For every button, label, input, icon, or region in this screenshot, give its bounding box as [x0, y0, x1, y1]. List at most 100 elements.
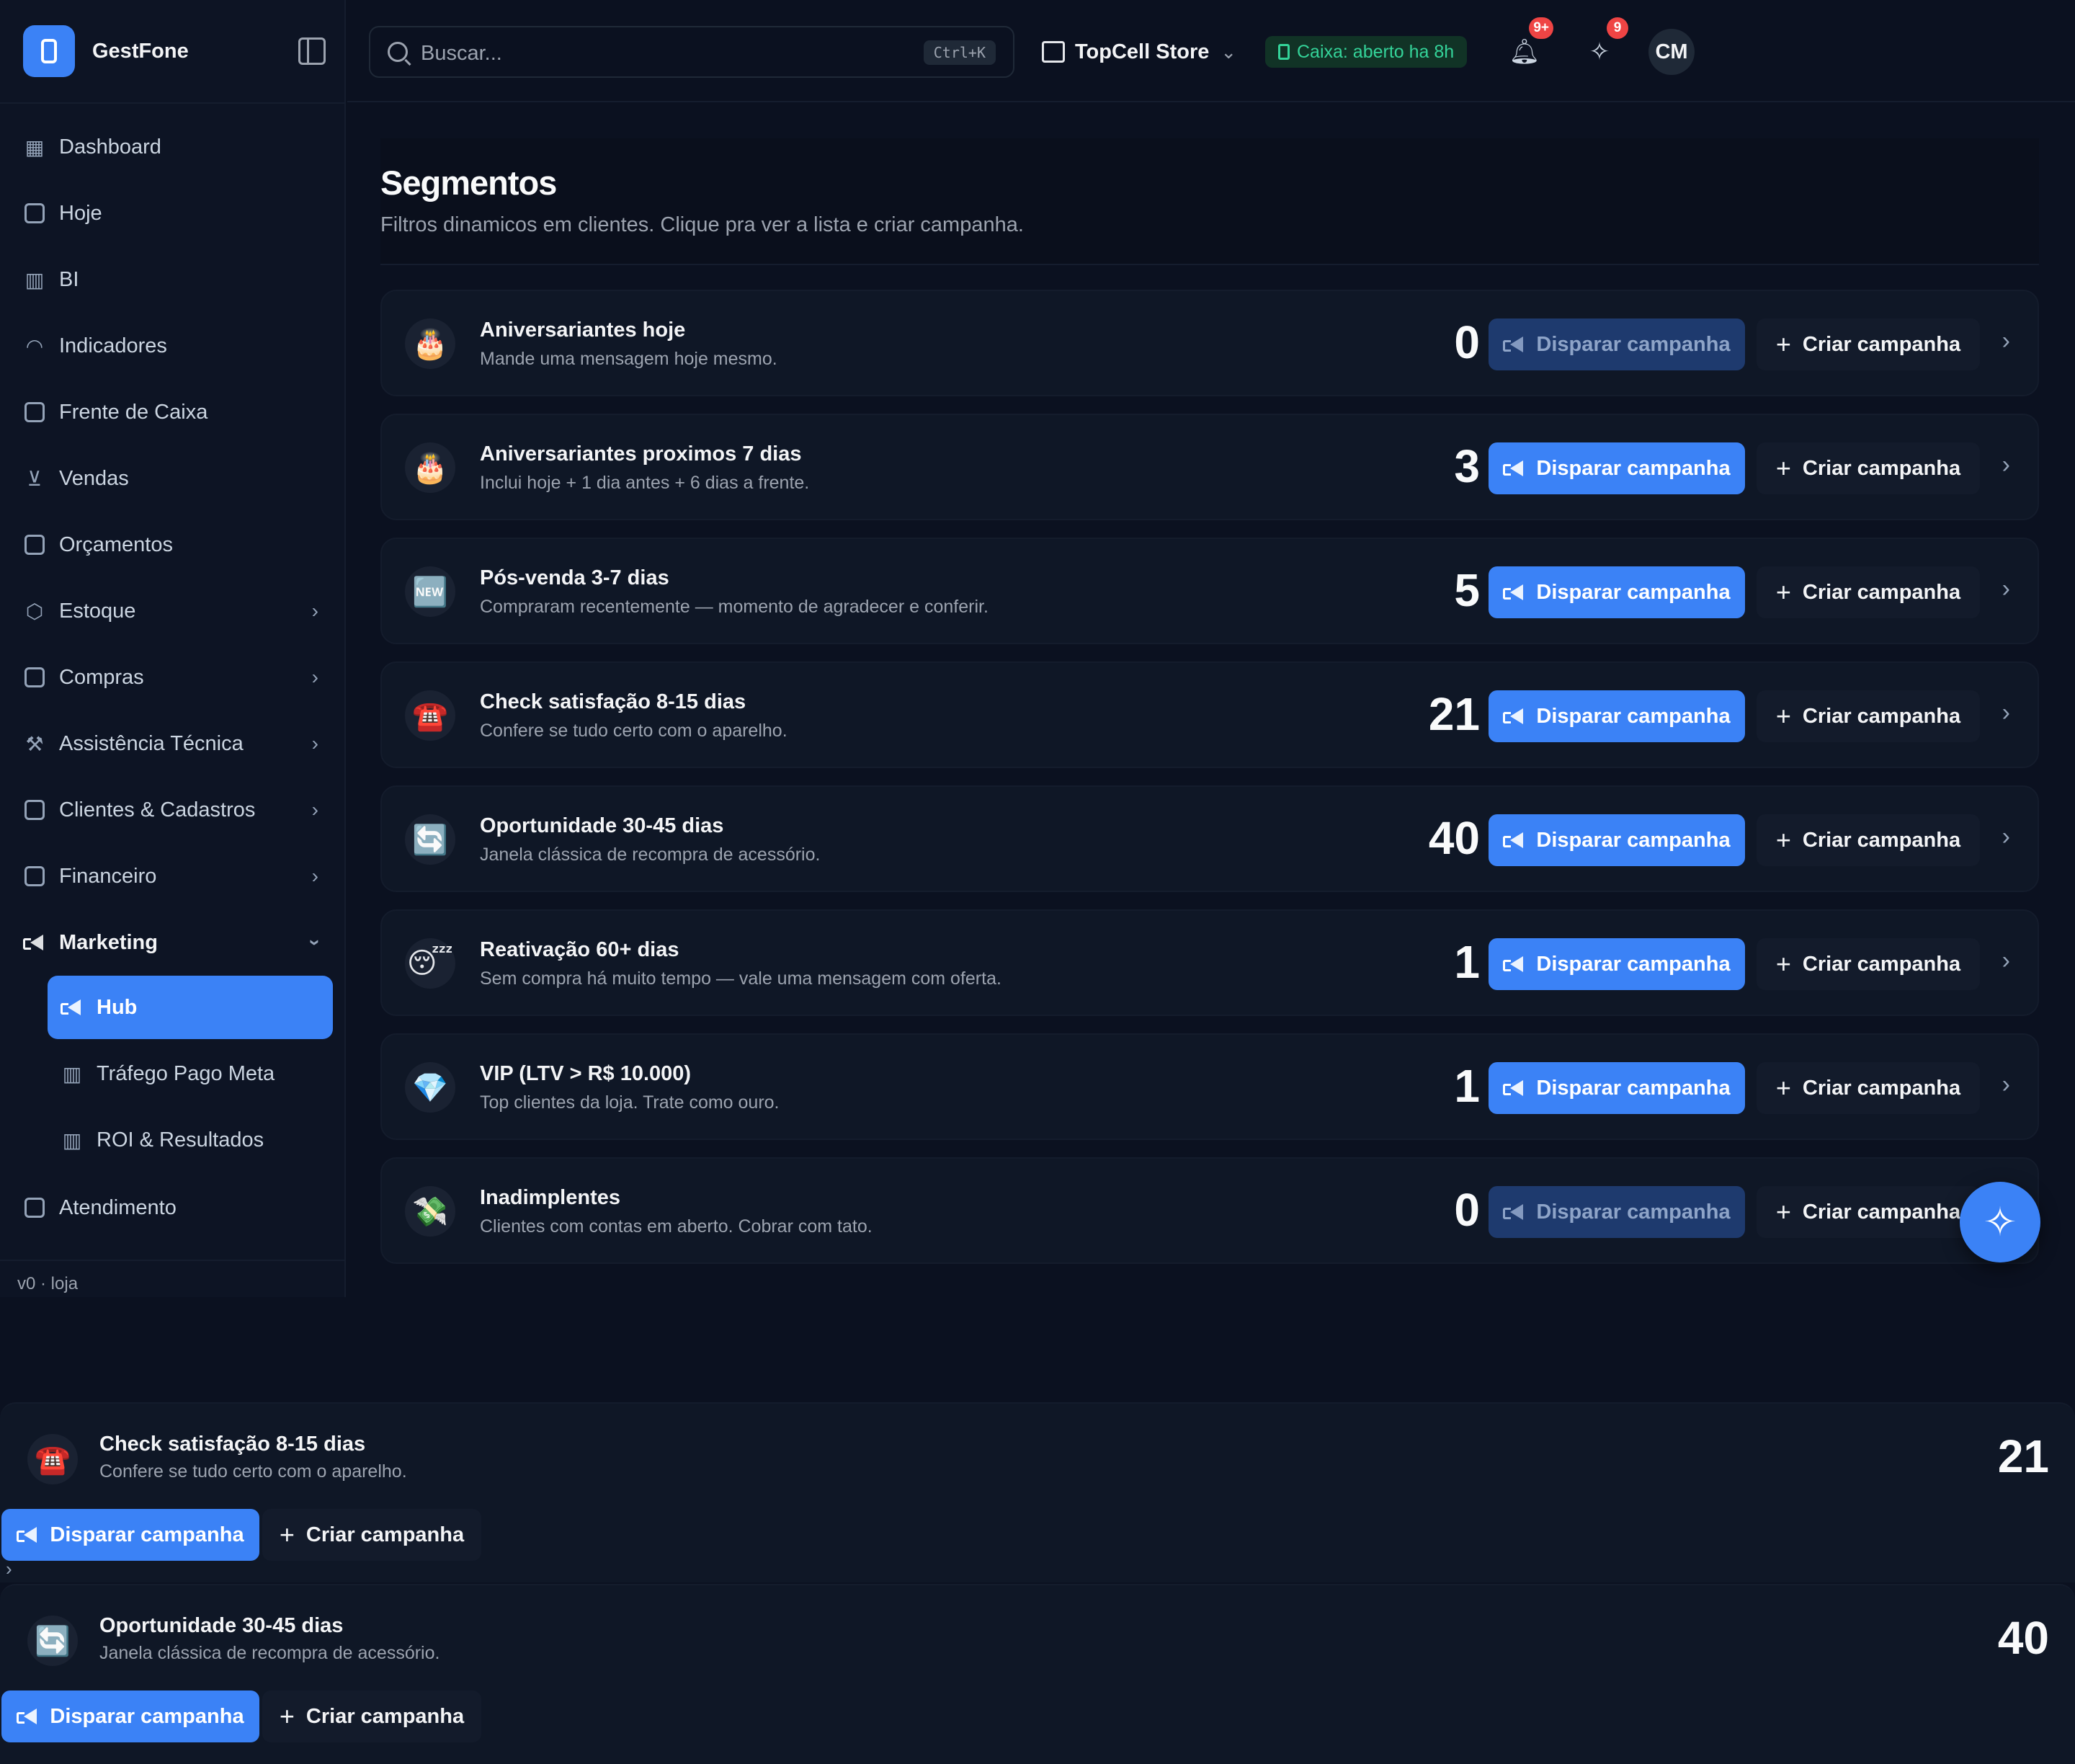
segment-count: 5 — [1454, 564, 1480, 616]
sparkles-icon: ✧ — [1983, 1199, 2017, 1244]
bar-chart-icon: ▥ — [62, 1128, 82, 1152]
sidebar-subitem-hub[interactable]: Hub — [48, 976, 333, 1039]
chevron-right-icon[interactable]: › — [2002, 1071, 2010, 1099]
money-wings-icon: 💸 — [405, 1186, 455, 1237]
sidebar-item-orcamentos[interactable]: Orçamentos — [0, 512, 346, 578]
segment-description: Top clientes da loja. Trate como ouro. — [480, 1092, 780, 1113]
segment-row[interactable]: 😴 Reativação 60+ dias Sem compra há muit… — [380, 909, 2039, 1016]
cash-status-badge[interactable]: Caixa: aberto ha 8h — [1265, 36, 1468, 68]
sidebar-item-vendas[interactable]: ⊻ Vendas — [0, 445, 346, 512]
segment-title: Pós-venda 3-7 dias — [480, 566, 669, 589]
chevron-right-icon[interactable]: › — [2002, 327, 2010, 355]
search-input[interactable] — [421, 40, 882, 66]
gauge-icon: ◠ — [25, 334, 44, 357]
create-campaign-button[interactable]: + Criar campanha — [1757, 690, 1980, 742]
chevron-right-icon[interactable]: › — [2002, 699, 2010, 727]
sidebar-item-clientes[interactable]: Clientes & Cadastros › — [0, 777, 346, 843]
page-header: Segmentos Filtros dinamicos em clientes.… — [380, 138, 2039, 265]
plus-icon: + — [279, 1520, 295, 1549]
refresh-icon: 🔄 — [27, 1616, 78, 1666]
segment-card[interactable]: 🔄 Oportunidade 30-45 dias Janela clássic… — [0, 1584, 2075, 1764]
store-selector[interactable]: TopCell Store ⌄ — [1042, 26, 1236, 78]
fire-campaign-button[interactable]: Disparar campanha — [1489, 814, 1745, 866]
sidebar-item-bi[interactable]: ▥ BI — [0, 246, 346, 313]
fire-campaign-button[interactable]: Disparar campanha — [1489, 318, 1745, 370]
create-campaign-button[interactable]: + Criar campanha — [1757, 938, 1980, 990]
chevron-right-icon[interactable]: › — [2002, 823, 2010, 851]
create-campaign-button[interactable]: + Criar campanha — [1757, 442, 1980, 494]
sidebar-item-indicadores[interactable]: ◠ Indicadores — [0, 313, 346, 379]
topbar: Ctrl+K TopCell Store ⌄ Caixa: aberto ha … — [347, 0, 2075, 102]
button-label: Criar campanha — [1802, 1200, 1961, 1224]
plus-icon: + — [1775, 701, 1791, 731]
sidebar-item-label: Indicadores — [59, 334, 167, 357]
sidebar-item-compras[interactable]: Compras › — [0, 644, 346, 710]
sidebar-item-hoje[interactable]: Hoje — [0, 180, 346, 246]
sidebar-item-frente-de-caixa[interactable]: Frente de Caixa — [0, 379, 346, 445]
sidebar-collapse-icon[interactable] — [298, 37, 326, 65]
fire-campaign-button[interactable]: Disparar campanha — [1489, 1186, 1745, 1238]
keyboard-shortcut-hint: Ctrl+K — [923, 40, 996, 65]
telephone-icon: ☎️ — [27, 1434, 78, 1484]
sidebar-item-marketing[interactable]: Marketing › — [0, 909, 346, 976]
create-campaign-button[interactable]: + Criar campanha — [262, 1690, 481, 1742]
create-campaign-button[interactable]: + Criar campanha — [262, 1509, 481, 1561]
create-campaign-button[interactable]: + Criar campanha — [1757, 814, 1980, 866]
chevron-right-icon[interactable]: › — [6, 1558, 12, 1580]
button-label: Disparar campanha — [1536, 1076, 1731, 1100]
sidebar-item-financeiro[interactable]: Financeiro › — [0, 843, 346, 909]
sidebar: GestFone ▦ Dashboard Hoje ▥ BI ◠ Indicad… — [0, 0, 346, 1297]
avatar[interactable]: CM — [1648, 29, 1695, 75]
store-icon — [23, 401, 46, 424]
sidebar-item-dashboard[interactable]: ▦ Dashboard — [0, 114, 346, 180]
segment-row[interactable]: ☎️ Check satisfação 8-15 dias Confere se… — [380, 662, 2039, 768]
ai-assistant-button[interactable]: ✧ 9 — [1578, 17, 1628, 74]
plus-icon: + — [1775, 577, 1791, 607]
fire-campaign-button[interactable]: Disparar campanha — [1489, 938, 1745, 990]
sidebar-item-assistencia-tecnica[interactable]: ⚒ Assistência Técnica › — [0, 710, 346, 777]
create-campaign-button[interactable]: + Criar campanha — [1757, 1186, 1980, 1238]
segment-card[interactable]: ☎️ Check satisfação 8-15 dias Confere se… — [0, 1402, 2075, 1582]
sidebar-item-estoque[interactable]: ⬡ Estoque › — [0, 578, 346, 644]
segment-description: Janela clássica de recompra de acessório… — [480, 845, 821, 865]
chevron-right-icon[interactable]: › — [2002, 575, 2010, 603]
megaphone-icon — [1503, 956, 1525, 972]
segment-description: Inclui hoje + 1 dia antes + 6 dias a fre… — [480, 473, 810, 493]
sidebar-item-atendimento[interactable]: Atendimento — [0, 1175, 346, 1241]
plus-icon: + — [1775, 949, 1791, 979]
sidebar-subitem-roi-resultados[interactable]: ▥ ROI & Resultados — [48, 1108, 333, 1172]
create-campaign-button[interactable]: + Criar campanha — [1757, 566, 1980, 618]
button-label: Disparar campanha — [1536, 828, 1731, 852]
fire-campaign-button[interactable]: Disparar campanha — [1489, 690, 1745, 742]
chevron-right-icon[interactable]: › — [2002, 451, 2010, 479]
fire-campaign-button[interactable]: Disparar campanha — [1, 1509, 259, 1561]
ai-assistant-fab[interactable]: ✧ — [1960, 1182, 2040, 1262]
fire-campaign-button[interactable]: Disparar campanha — [1489, 442, 1745, 494]
segment-row[interactable]: 🎂 Aniversariantes proximos 7 dias Inclui… — [380, 414, 2039, 520]
segment-row[interactable]: 💎 VIP (LTV > R$ 10.000) Top clientes da … — [380, 1033, 2039, 1140]
notifications-button[interactable]: 🔔︎ 9+ — [1503, 17, 1553, 74]
page-title: Segmentos — [380, 164, 557, 202]
segment-title: Oportunidade 30-45 dias — [99, 1614, 344, 1637]
button-label: Disparar campanha — [1536, 1200, 1731, 1224]
create-campaign-button[interactable]: + Criar campanha — [1757, 1062, 1980, 1114]
chevron-right-icon[interactable]: › — [2002, 947, 2010, 975]
button-label: Criar campanha — [1802, 828, 1961, 852]
fire-campaign-button[interactable]: Disparar campanha — [1489, 1062, 1745, 1114]
segment-count: 3 — [1454, 440, 1480, 492]
calculator-icon — [1278, 44, 1290, 60]
button-label: Disparar campanha — [1536, 332, 1731, 356]
segment-row[interactable]: 🔄 Oportunidade 30-45 dias Janela clássic… — [380, 785, 2039, 892]
segment-count: 40 — [1997, 1612, 2049, 1664]
sidebar-subitem-trafego-pago-meta[interactable]: ▥ Tráfego Pago Meta — [48, 1042, 333, 1105]
segment-row[interactable]: 🎂 Aniversariantes hoje Mande uma mensage… — [380, 290, 2039, 396]
fire-campaign-button[interactable]: Disparar campanha — [1, 1690, 259, 1742]
segment-row[interactable]: 💸 Inadimplentes Clientes com contas em a… — [380, 1157, 2039, 1264]
create-campaign-button[interactable]: + Criar campanha — [1757, 318, 1980, 370]
button-label: Criar campanha — [1802, 580, 1961, 604]
sparkles-icon: ✧ — [1589, 38, 1610, 66]
segment-row[interactable]: 🆕 Pós-venda 3-7 dias Compraram recenteme… — [380, 538, 2039, 644]
fire-campaign-button[interactable]: Disparar campanha — [1489, 566, 1745, 618]
search-box[interactable]: Ctrl+K — [369, 26, 1014, 78]
chevron-right-icon: › — [311, 732, 318, 754]
